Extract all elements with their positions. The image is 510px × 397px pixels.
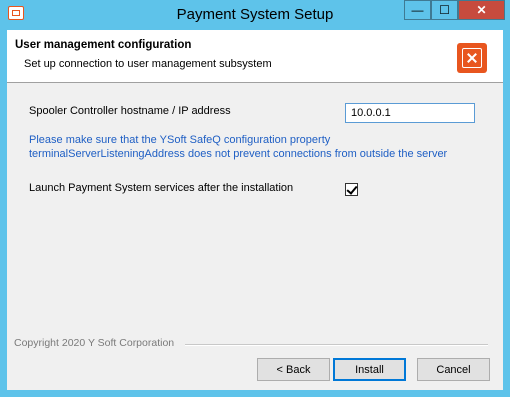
dialog-body: User management configuration Set up con… [7, 30, 503, 390]
install-button[interactable]: Install [333, 358, 406, 381]
page-title: User management configuration [15, 39, 192, 51]
cancel-button[interactable]: Cancel [417, 358, 490, 381]
setup-window: Payment System Setup — ☐ ✕ User manageme… [0, 0, 510, 397]
footer-divider [185, 344, 488, 346]
info-note: Please make sure that the YSoft SafeQ co… [29, 133, 447, 161]
minimize-button[interactable]: — [404, 0, 431, 20]
wizard-header: User management configuration Set up con… [7, 30, 503, 83]
host-label: Spooler Controller hostname / IP address [29, 105, 231, 117]
copyright-text: Copyright 2020 Y Soft Corporation [14, 337, 175, 349]
info-note-line-2: terminalServerListeningAddress does not … [29, 148, 448, 160]
safe-icon [457, 43, 487, 73]
back-button[interactable]: < Back [257, 358, 330, 381]
host-input[interactable] [345, 103, 475, 123]
page-subtitle: Set up connection to user management sub… [24, 58, 272, 70]
launch-services-label: Launch Payment System services after the… [29, 182, 294, 194]
close-button[interactable]: ✕ [458, 0, 505, 20]
info-note-line-1: Please make sure that the YSoft SafeQ co… [29, 134, 331, 146]
maximize-button[interactable]: ☐ [431, 0, 458, 20]
launch-services-checkbox[interactable] [345, 183, 358, 196]
title-bar[interactable]: Payment System Setup — ☐ ✕ [0, 0, 510, 30]
